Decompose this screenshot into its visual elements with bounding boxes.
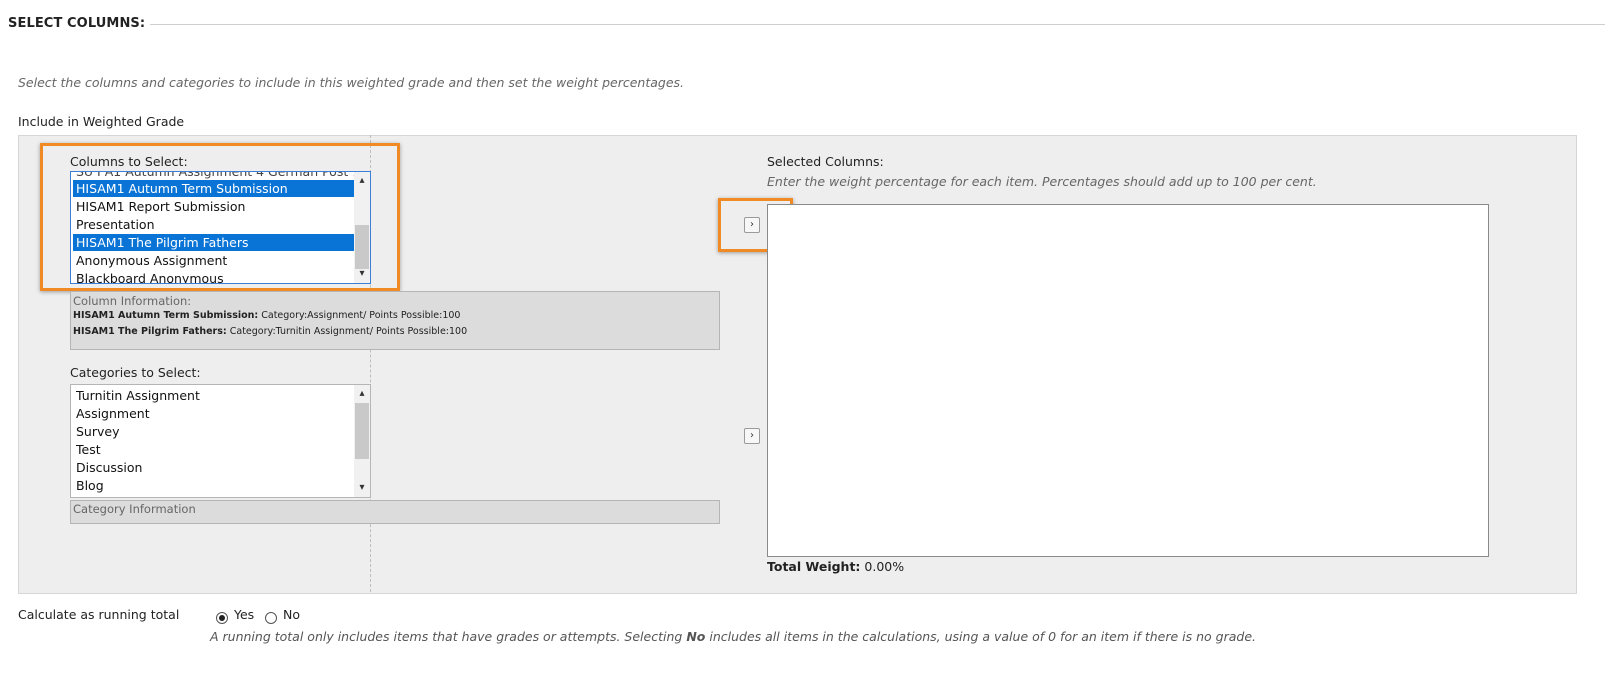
total-weight-value: 0.00%: [864, 559, 905, 574]
running-total-no-label[interactable]: No: [283, 607, 300, 622]
scroll-down-icon[interactable]: ▾: [354, 481, 370, 495]
running-total-yes-label[interactable]: Yes: [234, 607, 254, 622]
column-information-title: Column Information:: [73, 294, 192, 308]
section-title: SELECT COLUMNS:: [8, 16, 146, 31]
categories-scrollbar[interactable]: ▴ ▾: [354, 385, 370, 497]
list-item[interactable]: Discussion: [73, 459, 142, 476]
note-text-after: includes all items in the calculations, …: [705, 629, 1256, 644]
add-categories-button[interactable]: ›: [744, 428, 760, 444]
total-weight: Total Weight: 0.00%: [767, 559, 904, 574]
section-divider: [150, 24, 1605, 25]
column-information-box: Column Information: HISAM1 Autumn Term S…: [70, 291, 720, 350]
running-total-note: A running total only includes items that…: [210, 629, 1256, 644]
include-in-weighted-grade-label: Include in Weighted Grade: [18, 114, 185, 129]
category-information-box: Category Information: [70, 500, 720, 524]
radio-selected-dot: [219, 615, 225, 621]
column-info-detail: Category:Assignment/ Points Possible:100: [261, 310, 461, 321]
categories-to-select-label: Categories to Select:: [70, 365, 201, 380]
note-text-before: A running total only includes items that…: [210, 629, 687, 644]
column-info-line: HISAM1 Autumn Term Submission: Category:…: [73, 310, 460, 321]
note-text-bold: No: [686, 629, 706, 644]
instructions-text: Select the columns and categories to inc…: [18, 75, 685, 90]
list-item[interactable]: Test: [73, 441, 101, 458]
categories-listbox[interactable]: Turnitin Assignment Assignment Survey Te…: [70, 384, 371, 498]
column-info-line: HISAM1 The Pilgrim Fathers: Category:Tur…: [73, 326, 467, 337]
category-information-title: Category Information: [73, 502, 196, 516]
list-item[interactable]: Blog: [73, 477, 104, 494]
list-item[interactable]: Survey: [73, 423, 119, 440]
running-total-label: Calculate as running total: [18, 607, 180, 622]
selected-columns-label: Selected Columns:: [767, 154, 884, 169]
scrollbar-thumb[interactable]: [355, 403, 369, 459]
columns-highlight-box: [40, 143, 400, 291]
column-info-detail: Category:Turnitin Assignment/ Points Pos…: [229, 326, 468, 337]
running-total-yes-radio[interactable]: [216, 612, 228, 624]
column-info-name: HISAM1 Autumn Term Submission:: [73, 310, 259, 321]
column-info-name: HISAM1 The Pilgrim Fathers:: [73, 326, 227, 337]
list-item[interactable]: Turnitin Assignment: [73, 387, 200, 404]
list-item[interactable]: Assignment: [73, 405, 150, 422]
scroll-up-icon[interactable]: ▴: [354, 387, 370, 401]
running-total-no-radio[interactable]: [265, 612, 277, 624]
selected-columns-box[interactable]: [767, 204, 1489, 557]
selected-columns-hint: Enter the weight percentage for each ite…: [767, 174, 1317, 189]
total-weight-label: Total Weight:: [767, 559, 861, 574]
